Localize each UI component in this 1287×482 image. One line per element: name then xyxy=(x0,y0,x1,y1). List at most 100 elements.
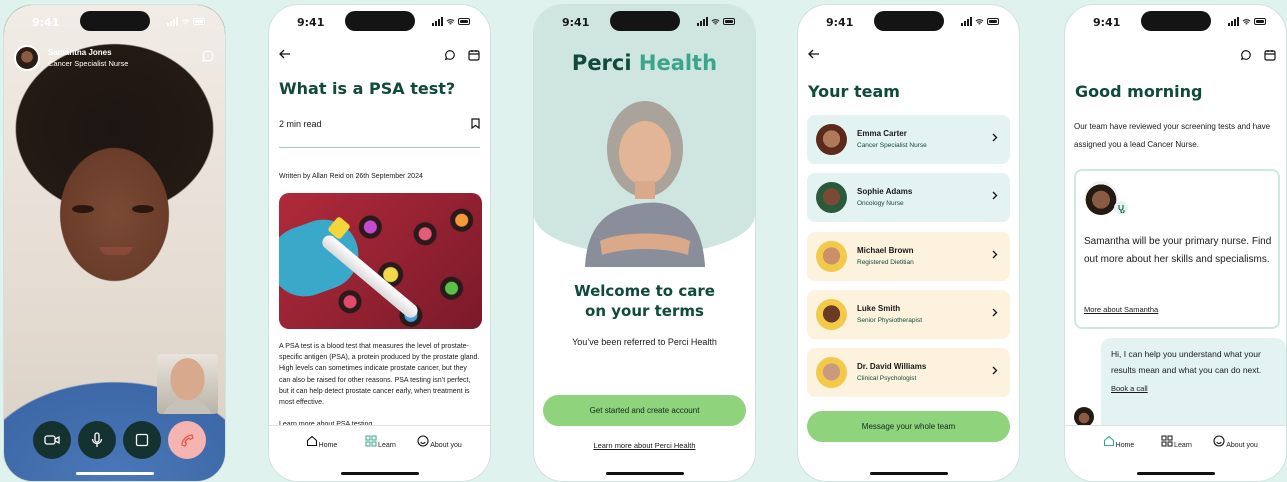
dynamic-island xyxy=(609,11,680,31)
member-role: Clinical Psychologist xyxy=(857,375,917,382)
calendar-icon[interactable] xyxy=(468,49,480,61)
tab-home[interactable]: Home xyxy=(296,434,346,452)
home-indicator xyxy=(869,472,948,475)
tab-learn[interactable]: Learn xyxy=(355,434,405,452)
team-member-card[interactable]: Luke Smith Senior Physiotherapist xyxy=(807,290,1010,339)
nurse-avatar-small xyxy=(1074,407,1094,427)
avatar xyxy=(816,241,847,272)
tab-label: Learn xyxy=(378,442,396,449)
battery-icon xyxy=(193,18,205,25)
more-about-nurse-link[interactable]: More about Samantha xyxy=(1084,305,1158,314)
team-title: Your team xyxy=(808,82,900,101)
status-time: 9:41 xyxy=(1093,16,1121,29)
header xyxy=(808,47,1009,67)
grid-icon xyxy=(1160,434,1174,448)
member-role: Cancer Specialist Nurse xyxy=(857,142,927,149)
video-face xyxy=(72,205,94,213)
avatar xyxy=(816,124,847,155)
chat-message: Hi, I can help you understand what your … xyxy=(1111,349,1262,375)
tab-learn[interactable]: Learn xyxy=(1151,434,1201,452)
get-started-button[interactable]: Get started and create account xyxy=(543,395,746,426)
self-view-video[interactable] xyxy=(157,354,218,414)
tab-label: Learn xyxy=(1174,442,1192,449)
home-indicator xyxy=(75,472,154,475)
microphone-icon xyxy=(91,432,103,447)
wifi-icon xyxy=(446,18,455,24)
team-member-card[interactable]: Michael Brown Registered Dietitian xyxy=(807,232,1010,281)
battery-icon xyxy=(1254,18,1266,25)
team-member-card[interactable]: Dr. David Williams Clinical Psychologist xyxy=(807,348,1010,397)
chat-icon[interactable] xyxy=(201,49,215,63)
bookmark-icon[interactable] xyxy=(471,118,480,129)
camera-icon xyxy=(44,435,60,445)
back-arrow-icon[interactable] xyxy=(808,49,820,59)
dynamic-island xyxy=(344,11,415,31)
learn-more-link[interactable]: Learn more about Perci Health xyxy=(534,441,755,450)
chevron-right-icon xyxy=(992,191,998,200)
caller-info: Samantha Jones Cancer Specialist Nurse xyxy=(14,45,128,71)
chevron-right-icon xyxy=(992,308,998,317)
divider xyxy=(279,147,480,148)
signal-icon xyxy=(167,17,178,26)
hero-portrait-image xyxy=(585,101,705,267)
status-time: 9:41 xyxy=(562,16,590,29)
book-call-link[interactable]: Book a call xyxy=(1111,384,1276,393)
grid-icon xyxy=(364,434,378,448)
end-call-button[interactable] xyxy=(168,421,206,459)
team-member-card[interactable]: Emma Carter Cancer Specialist Nurse xyxy=(807,115,1010,164)
battery-icon xyxy=(723,18,735,25)
member-name: Emma Carter xyxy=(857,129,907,138)
screen-share-button[interactable] xyxy=(123,421,161,459)
welcome-headline: Welcome to care on your terms xyxy=(574,282,715,320)
chevron-right-icon xyxy=(992,250,998,259)
video-call-screen: 9:41 Samantha Jones Cancer Specialist Nur… xyxy=(3,4,226,482)
smiley-icon xyxy=(1212,434,1226,448)
signal-icon xyxy=(432,17,443,26)
wifi-icon xyxy=(975,18,984,24)
primary-nurse-card[interactable]: Samantha will be your primary nurse. Fin… xyxy=(1074,169,1280,329)
call-controls xyxy=(33,421,206,459)
back-arrow-icon[interactable] xyxy=(279,49,291,59)
chat-icon[interactable] xyxy=(444,49,456,61)
home-icon xyxy=(1102,434,1116,448)
tab-about-you[interactable]: About you xyxy=(414,434,464,452)
caller-role: Cancer Specialist Nurse xyxy=(48,59,129,68)
dynamic-island xyxy=(1140,11,1211,31)
chevron-right-icon xyxy=(992,133,998,142)
tab-label: Home xyxy=(318,442,338,449)
member-role: Senior Physiotherapist xyxy=(857,317,923,324)
calendar-icon[interactable] xyxy=(1264,49,1276,61)
chat-icon[interactable] xyxy=(1240,49,1252,61)
article-screen: 9:41 What is a PSA test? 2 min read Writ… xyxy=(268,4,491,482)
signal-icon xyxy=(961,17,972,26)
article-image xyxy=(279,193,482,329)
member-name: Dr. David Williams xyxy=(857,362,927,371)
message-team-button[interactable]: Message your whole team xyxy=(807,411,1010,442)
member-name: Luke Smith xyxy=(857,304,901,313)
phone-hangup-icon xyxy=(181,434,194,447)
member-name: Sophie Adams xyxy=(857,187,913,196)
caller-name: Samantha Jones xyxy=(48,48,112,57)
tab-label: Home xyxy=(1115,442,1135,449)
avatar xyxy=(816,299,847,330)
wifi-icon xyxy=(1242,18,1251,24)
microphone-button[interactable] xyxy=(78,421,116,459)
tab-about-you[interactable]: About you xyxy=(1210,434,1260,452)
battery-icon xyxy=(458,18,470,25)
article-title: What is a PSA test? xyxy=(279,79,456,98)
home-indicator xyxy=(1136,472,1215,475)
camera-button[interactable] xyxy=(33,421,71,459)
member-role: Oncology Nurse xyxy=(857,200,904,207)
tab-label: About you xyxy=(1226,442,1258,449)
tab-label: About you xyxy=(430,442,462,449)
team-screen: 9:41 Your team Emma Carter Cancer Special… xyxy=(797,4,1020,482)
home-indicator xyxy=(605,472,684,475)
team-member-card[interactable]: Sophie Adams Oncology Nurse xyxy=(807,173,1010,222)
signal-icon xyxy=(697,17,708,26)
stethoscope-icon xyxy=(1114,201,1128,215)
caller-avatar xyxy=(14,45,40,71)
signal-icon xyxy=(1228,17,1239,26)
wifi-icon xyxy=(181,18,190,24)
tab-home[interactable]: Home xyxy=(1093,434,1143,452)
nurse-avatar xyxy=(1084,181,1118,215)
